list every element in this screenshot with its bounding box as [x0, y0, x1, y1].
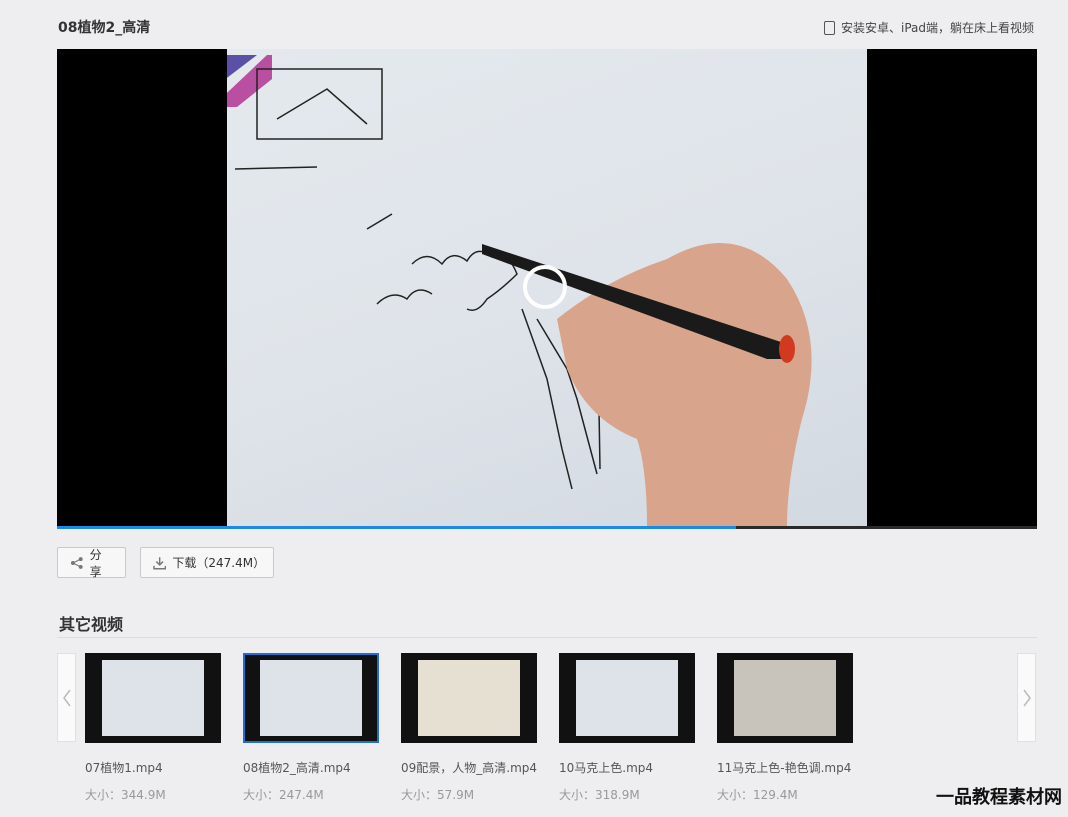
- tablet-icon: [823, 20, 835, 35]
- chevron-right-icon: [1022, 689, 1031, 706]
- video-thumbnail[interactable]: [85, 653, 221, 743]
- sketch-drawing: [234, 68, 601, 490]
- video-file-size: 大小：57.9M: [401, 788, 475, 802]
- video-content: [132, 55, 812, 527]
- video-file-name[interactable]: 10马克上色.mp4: [559, 759, 695, 776]
- related-video-item[interactable]: 08植物2_高清.mp4 大小：247.4M: [243, 653, 379, 803]
- video-file-size: 大小：247.4M: [243, 788, 324, 802]
- carousel-prev-button[interactable]: [57, 653, 76, 742]
- thumbnail-image: [576, 660, 678, 736]
- share-label: 分享: [89, 547, 102, 579]
- channel-logo: [132, 55, 272, 107]
- promo-text: 安装安卓、iPad端，躺在床上看视频: [840, 21, 1034, 35]
- video-file-name[interactable]: 09配景，人物_高清.mp4: [401, 759, 537, 776]
- download-button[interactable]: 下载（247.4M）: [140, 547, 274, 578]
- share-button[interactable]: 分享: [57, 547, 126, 579]
- video-file-size: 大小：129.4M: [717, 788, 798, 802]
- video-progress-bar[interactable]: [57, 526, 1037, 529]
- section-divider: [57, 637, 1037, 638]
- video-progress-fill: [57, 526, 737, 529]
- video-player[interactable]: [57, 49, 1037, 529]
- share-icon: [70, 556, 83, 569]
- related-video-item[interactable]: 09配景，人物_高清.mp4 大小：57.9M: [401, 653, 537, 803]
- thumbnail-image: [418, 660, 520, 736]
- related-video-item[interactable]: 11马克上色-艳色调.mp4 大小：129.4M: [717, 653, 853, 803]
- thumbnail-image: [102, 660, 204, 736]
- mobile-app-promo-link[interactable]: 安装安卓、iPad端，躺在床上看视频: [823, 19, 1034, 36]
- video-file-name[interactable]: 07植物1.mp4: [85, 759, 221, 776]
- video-thumbnail-active[interactable]: [243, 653, 379, 743]
- chevron-left-icon: [62, 689, 71, 706]
- site-watermark: 一品教程素材网: [936, 787, 1062, 808]
- video-file-name[interactable]: 08植物2_高清.mp4: [243, 759, 379, 776]
- video-file-size: 大小：318.9M: [559, 788, 640, 802]
- video-thumbnail[interactable]: [717, 653, 853, 743]
- related-video-item[interactable]: 10马克上色.mp4 大小：318.9M: [559, 653, 695, 803]
- thumbnail-image: [260, 660, 362, 736]
- video-page: 08植物2_高清 安装安卓、iPad端，躺在床上看视频 分享 下载（247.4M…: [0, 0, 1068, 817]
- related-video-item[interactable]: 07植物1.mp4 大小：344.9M: [85, 653, 221, 803]
- download-label: 下载（247.4M）: [172, 556, 266, 570]
- hand-with-marker: [482, 243, 812, 527]
- thumbnail-image: [734, 660, 836, 736]
- video-title: 08植物2_高清: [58, 20, 151, 36]
- download-icon: [153, 556, 167, 569]
- video-frame: [132, 49, 867, 527]
- related-videos-heading: 其它视频: [59, 615, 124, 634]
- video-file-name[interactable]: 11马克上色-艳色调.mp4: [717, 759, 853, 776]
- video-thumbnail[interactable]: [559, 653, 695, 743]
- video-file-size: 大小：344.9M: [85, 788, 166, 802]
- carousel-next-button[interactable]: [1017, 653, 1036, 742]
- video-thumbnail[interactable]: [401, 653, 537, 743]
